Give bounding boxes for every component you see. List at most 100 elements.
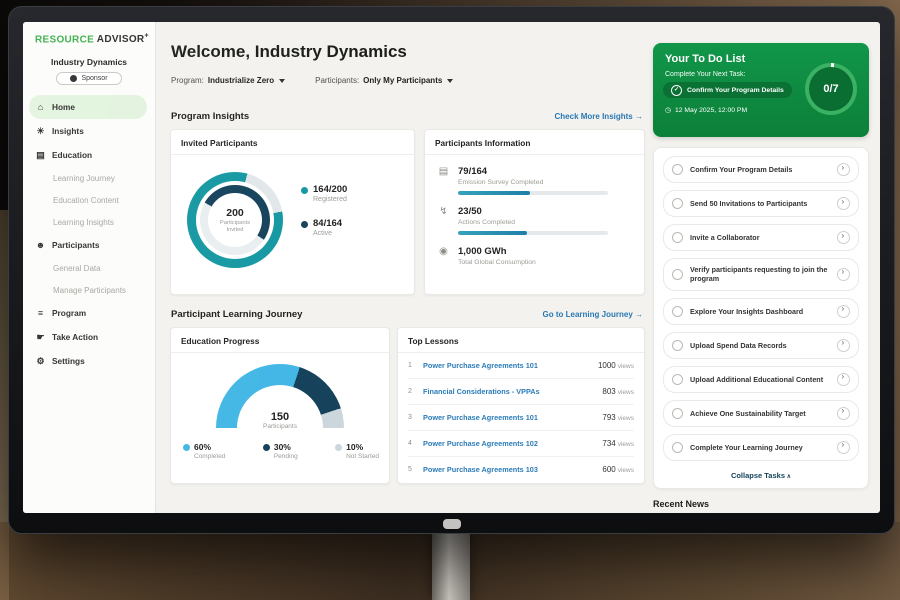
checkbox-icon[interactable] — [672, 374, 683, 385]
sidebar: RESOURCE ADVISOR+ Industry Dynamics Spon… — [23, 22, 156, 513]
info-rows: ▤ 79/164 Emission Survey Completed ↯ — [425, 155, 644, 271]
todo-task[interactable]: Achieve One Sustainability Target — [663, 400, 859, 427]
sidebar-item[interactable]: ☀ Insights — [29, 119, 147, 143]
program-label: Program: — [171, 76, 204, 85]
lesson-row: 1 Power Purchase Agreements 101 1000view… — [408, 353, 634, 379]
next-task-label: Confirm Your Program Details — [687, 87, 784, 94]
info-row: ◉ 1,000 GWh Total Global Consumption — [437, 246, 632, 271]
invited-card-title: Invited Participants — [171, 130, 414, 155]
lesson-link[interactable]: Power Purchase Agreements 102 — [423, 439, 595, 448]
background-photo: RESOURCE ADVISOR+ Industry Dynamics Spon… — [0, 0, 900, 600]
chevron-right-icon — [837, 163, 850, 176]
checkbox-icon[interactable] — [672, 340, 683, 351]
survey-icon: ▤ — [437, 166, 450, 195]
chevron-right-icon — [837, 305, 850, 318]
energy-icon: ◉ — [437, 246, 450, 271]
sidebar-item[interactable]: General Data — [29, 257, 147, 279]
sidebar-item[interactable]: ▤ Education — [29, 143, 147, 167]
sidebar-item-label: Take Action — [52, 332, 98, 342]
lesson-link[interactable]: Financial Considerations - VPPAs — [423, 387, 595, 396]
sidebar-item[interactable]: ⌂ Home — [29, 95, 147, 119]
legend-dot — [183, 444, 190, 451]
invited-total: 200 — [226, 207, 244, 219]
lesson-link[interactable]: Power Purchase Agreements 101 — [423, 361, 591, 370]
sidebar-item-label: Insights — [52, 126, 84, 136]
info-row: ▤ 79/164 Emission Survey Completed — [437, 166, 632, 195]
todo-task[interactable]: Complete Your Learning Journey — [663, 434, 859, 461]
legend-item: 164/200 Registered — [301, 184, 347, 203]
brand-resource: RESOURCE — [35, 34, 94, 45]
todo-task-list-card: Confirm Your Program Details Send 50 Inv… — [653, 147, 869, 489]
lesson-row: 3 Power Purchase Agreements 101 793views — [408, 405, 634, 431]
learning-journey-header: Participant Learning Journey Go to Learn… — [171, 309, 643, 320]
checkbox-icon[interactable] — [672, 164, 683, 175]
legend-item: 10% Not Started — [335, 442, 379, 460]
education-icon: ▤ — [35, 150, 46, 161]
lesson-row: 4 Power Purchase Agreements 102 734views — [408, 431, 634, 457]
sidebar-item[interactable]: Learning Insights — [29, 211, 147, 233]
todo-summary-card: Your To Do List Complete Your Next Task:… — [653, 43, 869, 137]
legend-item: 84/164 Active — [301, 218, 347, 237]
program-value: Industrialize Zero — [208, 76, 274, 85]
sidebar-item[interactable]: Education Content — [29, 189, 147, 211]
brand-advisor: ADVISOR+ — [97, 34, 149, 45]
next-task-pill[interactable]: ✓ Confirm Your Program Details — [663, 82, 792, 98]
checkbox-icon[interactable] — [672, 306, 683, 317]
todo-task[interactable]: Send 50 Invitations to Participants — [663, 190, 859, 217]
section-title-program-insights: Program Insights — [171, 111, 249, 122]
progress-bar — [458, 231, 608, 235]
sidebar-item[interactable]: ≡ Program — [29, 301, 147, 325]
brand-plus: + — [144, 33, 148, 40]
invited-legend: 164/200 Registered 84/164 Active — [301, 184, 347, 252]
clock-icon: ◷ — [665, 106, 671, 114]
todo-tasks: Confirm Your Program Details Send 50 Inv… — [663, 156, 859, 461]
lesson-link[interactable]: Power Purchase Agreements 103 — [423, 465, 595, 474]
checkbox-icon[interactable] — [672, 198, 683, 209]
legend-dot — [301, 187, 308, 194]
checkbox-icon[interactable] — [672, 269, 683, 280]
todo-task[interactable]: Confirm Your Program Details — [663, 156, 859, 183]
lessons-list: 1 Power Purchase Agreements 101 1000view… — [398, 353, 644, 482]
sidebar-item[interactable]: ☛ Take Action — [29, 325, 147, 349]
invited-total-label: Participants Invited — [215, 220, 255, 234]
collapse-tasks-button[interactable]: Collapse Tasks — [663, 468, 859, 482]
settings-icon: ⚙ — [35, 356, 46, 367]
participants-value: Only My Participants — [363, 76, 442, 85]
participants-label: Participants: — [315, 76, 359, 85]
checkbox-icon[interactable] — [672, 442, 683, 453]
sponsor-label: Sponsor — [81, 75, 107, 82]
brand-logo: RESOURCE ADVISOR+ — [23, 22, 155, 45]
sidebar-item-label: Education — [52, 150, 92, 160]
todo-task[interactable]: Verify participants requesting to join t… — [663, 258, 859, 291]
sidebar-item[interactable]: Learning Journey — [29, 167, 147, 189]
lesson-link[interactable]: Power Purchase Agreements 101 — [423, 413, 595, 422]
gauge-center: 150 Participants — [216, 411, 344, 430]
check-more-insights-link[interactable]: Check More Insights — [555, 112, 643, 121]
chevron-right-icon — [837, 197, 850, 210]
checkbox-icon[interactable] — [672, 232, 683, 243]
checkbox-icon[interactable] — [672, 408, 683, 419]
chevron-right-icon — [837, 407, 850, 420]
sidebar-item[interactable]: Manage Participants — [29, 279, 147, 301]
progress-bar — [458, 191, 608, 195]
program-insights-header: Program Insights Check More Insights — [171, 111, 643, 122]
program-select[interactable]: Program: Industrialize Zero — [171, 76, 285, 85]
participants-select[interactable]: Participants: Only My Participants — [315, 76, 453, 85]
actions-icon: ↯ — [437, 206, 450, 235]
sidebar-item[interactable]: ⚙ Settings — [29, 349, 147, 373]
go-to-learning-journey-link[interactable]: Go to Learning Journey — [543, 310, 643, 319]
chevron-down-icon — [279, 79, 285, 83]
chevron-right-icon — [837, 231, 850, 244]
next-task-due: ◷ 12 May 2025, 12:00 PM — [665, 106, 747, 114]
todo-task[interactable]: Invite a Collaborator — [663, 224, 859, 251]
sidebar-item-label: Participants — [52, 240, 100, 250]
recent-news-title: Recent News — [653, 499, 869, 509]
todo-subtitle: Complete Your Next Task: — [665, 71, 745, 78]
todo-task[interactable]: Explore Your Insights Dashboard — [663, 298, 859, 325]
todo-task[interactable]: Upload Additional Educational Content — [663, 366, 859, 393]
sidebar-item[interactable]: ☻ Participants — [29, 233, 147, 257]
todo-task[interactable]: Upload Spend Data Records — [663, 332, 859, 359]
sidebar-item-label: Education Content — [53, 196, 119, 205]
invited-participants-donut-chart: 200 Participants Invited — [187, 172, 283, 268]
info-card-title: Participants Information — [425, 130, 644, 155]
